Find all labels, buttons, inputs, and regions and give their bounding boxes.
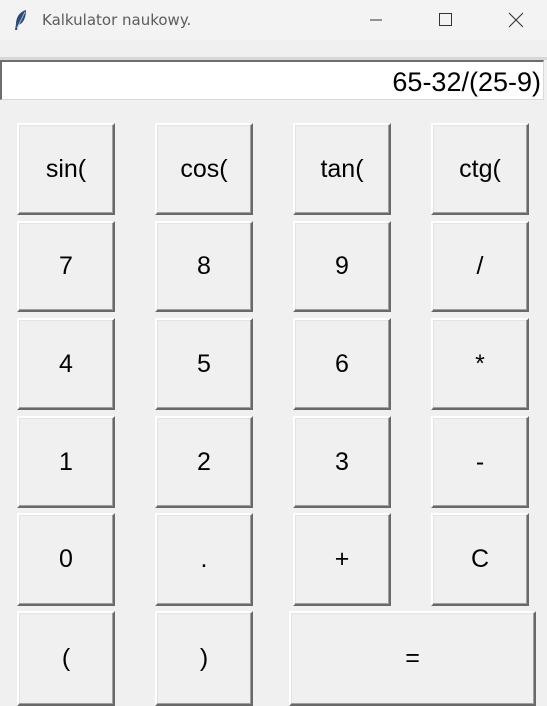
minimize-icon	[370, 19, 382, 21]
digit-8-button[interactable]: 8	[155, 221, 253, 312]
maximize-button[interactable]	[422, 0, 468, 40]
digit-5-button[interactable]: 5	[155, 318, 253, 410]
maximize-icon	[439, 13, 452, 26]
window-title: Kalkulator naukowy.	[42, 11, 192, 29]
clear-button[interactable]: C	[431, 513, 529, 606]
divide-button[interactable]: /	[431, 221, 529, 312]
digit-0-button[interactable]: 0	[17, 513, 115, 606]
multiply-button[interactable]: *	[431, 318, 529, 410]
digit-6-button[interactable]: 6	[293, 318, 391, 410]
feather-icon	[13, 9, 29, 31]
plus-button[interactable]: +	[293, 513, 391, 606]
digit-1-button[interactable]: 1	[17, 416, 115, 508]
digit-9-button[interactable]: 9	[293, 221, 391, 312]
tan-button[interactable]: tan(	[293, 123, 391, 215]
close-button[interactable]	[492, 0, 538, 40]
expression-display[interactable]: 65-32/(25-9)	[0, 60, 544, 100]
digit-4-button[interactable]: 4	[17, 318, 115, 410]
cos-button[interactable]: cos(	[155, 123, 253, 215]
minus-button[interactable]: -	[431, 416, 529, 508]
digit-3-button[interactable]: 3	[293, 416, 391, 508]
close-icon	[508, 12, 523, 28]
decimal-point-button[interactable]: .	[155, 513, 253, 606]
expression-text: 65-32/(25-9)	[392, 67, 541, 97]
open-paren-button[interactable]: (	[17, 611, 115, 706]
minimize-button[interactable]	[353, 0, 399, 40]
digit-7-button[interactable]: 7	[17, 221, 115, 312]
close-paren-button[interactable]: )	[155, 611, 253, 706]
title-bar: Kalkulator naukowy.	[0, 0, 547, 40]
ctg-button[interactable]: ctg(	[431, 123, 529, 215]
digit-2-button[interactable]: 2	[155, 416, 253, 508]
equals-button[interactable]: =	[289, 611, 536, 706]
sin-button[interactable]: sin(	[17, 123, 115, 215]
